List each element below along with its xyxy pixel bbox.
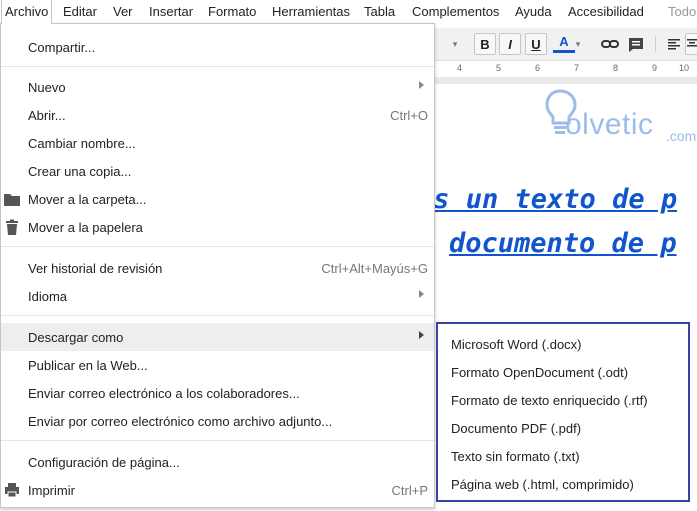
menu-item-new[interactable]: Nuevo [1, 73, 434, 101]
menu-bar: Archivo Editar Ver Insertar Formato Herr… [0, 0, 697, 24]
menu-ayuda[interactable]: Ayuda [515, 0, 552, 24]
file-menu: Compartir... Nuevo Abrir... Ctrl+O Cambi… [0, 23, 435, 508]
align-left-icon[interactable] [663, 33, 685, 55]
menu-item-trash[interactable]: Mover a la papelera [1, 213, 434, 241]
shortcut-label: Ctrl+O [390, 108, 428, 123]
menu-item-history[interactable]: Ver historial de revisión Ctrl+Alt+Mayús… [1, 254, 434, 282]
toolbar-divider [655, 36, 656, 52]
logo-suffix: .com [666, 128, 697, 144]
align-center-icon[interactable] [685, 33, 697, 55]
menu-separator [1, 246, 434, 247]
menu-separator [1, 315, 434, 316]
submenu-arrow-icon [419, 290, 424, 298]
solvetic-logo: olvetic .com [535, 86, 697, 146]
ruler-tick: 6 [535, 63, 541, 73]
menu-ver[interactable]: Ver [113, 0, 133, 24]
download-rtf[interactable]: Formato de texto enriquecido (.rtf) [451, 393, 648, 408]
menu-item-label: Cambiar nombre... [28, 136, 136, 151]
menu-item-label: Crear una copia... [28, 164, 132, 179]
menu-item-label: Ver historial de revisión [28, 261, 163, 276]
menu-formato[interactable]: Formato [208, 0, 256, 24]
menu-complementos[interactable]: Complementos [412, 0, 499, 24]
ruler-tick: 10 [679, 63, 690, 73]
link-icon[interactable] [599, 33, 621, 55]
download-html[interactable]: Página web (.html, comprimido) [451, 477, 634, 492]
toolbar: ▾ B I U A ▾ [435, 28, 697, 61]
menu-item-rename[interactable]: Cambiar nombre... [1, 129, 434, 157]
menu-item-label: Mover a la papelera [28, 220, 143, 235]
underline-button[interactable]: U [525, 33, 547, 55]
ruler: 4 5 6 7 8 9 10 [435, 61, 697, 78]
menu-item-label: Configuración de página... [28, 455, 180, 470]
download-odt[interactable]: Formato OpenDocument (.odt) [451, 365, 628, 380]
menu-item-label: Compartir... [28, 40, 96, 55]
chevron-down-icon[interactable]: ▾ [449, 33, 461, 55]
menu-item-print[interactable]: Imprimir Ctrl+P [1, 476, 434, 504]
download-docx[interactable]: Microsoft Word (.docx) [451, 337, 582, 352]
folder-icon [4, 194, 20, 206]
menu-insertar[interactable]: Insertar [149, 0, 193, 24]
menu-item-label: Idioma [28, 289, 68, 304]
ruler-tick: 4 [457, 63, 463, 73]
menu-editar[interactable]: Editar [63, 0, 97, 24]
shortcut-label: Ctrl+P [391, 483, 428, 498]
trash-icon [6, 219, 18, 235]
save-status: Todos [668, 4, 697, 19]
submenu-arrow-icon [419, 331, 424, 339]
menu-item-label: Nuevo [28, 80, 66, 95]
menu-item-label: Enviar correo electrónico a los colabora… [28, 386, 300, 401]
menu-item-label: Publicar en la Web... [28, 358, 148, 373]
ruler-tick: 7 [574, 63, 580, 73]
menu-item-page-setup[interactable]: Configuración de página... [1, 448, 434, 476]
download-pdf[interactable]: Documento PDF (.pdf) [451, 421, 581, 436]
menu-separator [1, 66, 434, 67]
menu-herramientas[interactable]: Herramientas [272, 0, 350, 24]
menu-item-open[interactable]: Abrir... Ctrl+O [1, 101, 434, 129]
menu-archivo[interactable]: Archivo [1, 0, 53, 24]
menu-accesibilidad[interactable]: Accesibilidad [568, 0, 644, 24]
document-text-line-2: documento de p [449, 228, 677, 259]
menu-separator [1, 440, 434, 441]
menu-item-publish[interactable]: Publicar en la Web... [1, 351, 434, 379]
comment-icon[interactable] [625, 33, 647, 55]
ruler-tick: 8 [613, 63, 619, 73]
ruler-tick: 9 [652, 63, 658, 73]
ruler-tick: 5 [496, 63, 502, 73]
menu-item-label: Descargar como [28, 330, 124, 345]
printer-icon [5, 483, 19, 498]
submenu-arrow-icon [419, 81, 424, 89]
document-text-line-1: es un texto de p [417, 184, 678, 215]
bold-button[interactable]: B [474, 33, 496, 55]
shortcut-label: Ctrl+Alt+Mayús+G [321, 261, 428, 276]
menu-item-copy[interactable]: Crear una copia... [1, 157, 434, 185]
text-color-button[interactable]: A [553, 33, 575, 53]
download-txt[interactable]: Texto sin formato (.txt) [451, 449, 580, 464]
download-submenu: Microsoft Word (.docx) Formato OpenDocum… [436, 322, 690, 502]
logo-text: olvetic [565, 108, 654, 141]
menu-item-email-collaborators[interactable]: Enviar correo electrónico a los colabora… [1, 379, 434, 407]
menu-item-move[interactable]: Mover a la carpeta... [1, 185, 434, 213]
menu-item-label: Imprimir [28, 483, 75, 498]
menu-item-language[interactable]: Idioma [1, 282, 434, 310]
chevron-down-icon[interactable]: ▾ [573, 33, 583, 55]
menu-item-label: Abrir... [28, 108, 66, 123]
italic-button[interactable]: I [499, 33, 521, 55]
menu-tabla[interactable]: Tabla [364, 0, 395, 24]
menu-item-email-attachment[interactable]: Enviar por correo electrónico como archi… [1, 407, 434, 435]
menu-item-label: Enviar por correo electrónico como archi… [28, 414, 333, 429]
menu-item-share[interactable]: Compartir... [1, 33, 434, 61]
menu-item-label: Mover a la carpeta... [28, 192, 147, 207]
menu-item-download-as[interactable]: Descargar como [1, 323, 434, 351]
